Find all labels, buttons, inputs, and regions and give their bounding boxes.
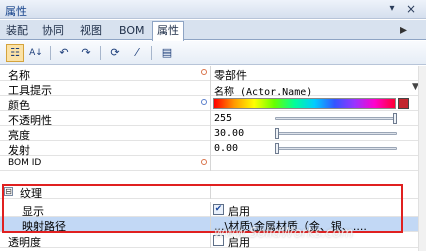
emission-slider-track[interactable] [275,147,397,150]
property-label: BOM ID [8,158,42,168]
close-icon[interactable]: × [404,2,418,16]
emission-value[interactable]: 0.00 [214,143,238,154]
color-swatch[interactable] [398,98,409,109]
property-group-texture[interactable]: ⊟ 纹理 [0,184,426,200]
tab-view[interactable]: 视图 [77,23,105,40]
property-row-opacity[interactable]: 不透明性 255 [0,111,426,127]
property-label: 透明度 [8,236,41,249]
opacity-slider-track[interactable] [275,117,397,120]
property-row-bom-id[interactable]: BOM ID [0,156,426,171]
opacity-slider-thumb[interactable] [393,113,397,124]
modified-marker-icon [201,159,207,165]
info-marker-icon [201,99,207,105]
redo-icon[interactable]: ↷ [77,44,95,62]
tab-bom[interactable]: BOM [116,23,148,40]
opacity-value[interactable]: 255 [214,113,232,124]
tab-assembly[interactable]: 装配 [3,23,31,40]
brightness-value[interactable]: 30.00 [214,128,244,139]
display-checkbox[interactable]: ✔ [213,204,224,215]
watermark: www.SolidWorks.com [214,226,354,241]
brightness-slider-thumb[interactable] [275,128,279,139]
tab-scroll-icon[interactable]: ▸ [400,22,407,38]
modified-marker-icon [201,69,207,75]
collapse-icon[interactable]: ⊟ [4,187,13,196]
window-title-bar: 属性 ▾ × [0,0,426,19]
tab-properties[interactable]: 属性 [152,21,184,41]
toolbar: ☷ A↓ ↶ ↷ ⟳ ⁄ ▤ [0,41,426,65]
property-label: 映射路径 [22,220,66,233]
tab-bar: 装配 协同 视图 BOM 属性 ▸ [0,20,426,41]
scrollbar[interactable] [418,66,426,251]
property-row-color[interactable]: 颜色 [0,96,426,112]
alphabetical-icon[interactable]: A↓ [27,44,45,62]
group-label: 纹理 [20,187,42,200]
refresh-icon[interactable]: ⟳ [106,44,124,62]
pick-icon[interactable]: ⁄ [128,44,146,62]
property-row-tooltip[interactable]: 工具提示 名称 (Actor.Name) ▼ [0,81,426,98]
tab-collaboration[interactable]: 协同 [39,23,67,40]
toolbar-separator [50,46,51,60]
property-row-name[interactable]: 名称 零部件 [0,66,426,82]
brightness-slider-track[interactable] [275,132,397,135]
emission-slider-thumb[interactable] [275,143,279,154]
undo-icon[interactable]: ↶ [55,44,73,62]
property-row-brightness[interactable]: 亮度 30.00 [0,126,426,142]
property-row-display[interactable]: 显示 ✔ 启用 [0,202,426,218]
property-row-emission[interactable]: 发射 0.00 [0,141,426,157]
property-pages-icon[interactable]: ▤ [158,44,176,62]
toolbar-separator [100,46,101,60]
color-spectrum-picker[interactable] [213,98,396,109]
property-grid: 名称 零部件 工具提示 名称 (Actor.Name) ▼ 颜色 不透明性 25… [0,66,426,251]
toolbar-separator [151,46,152,60]
window-title: 属性 [5,5,27,18]
pin-icon[interactable]: ▾ [385,2,399,16]
categorized-icon[interactable]: ☷ [6,44,24,62]
